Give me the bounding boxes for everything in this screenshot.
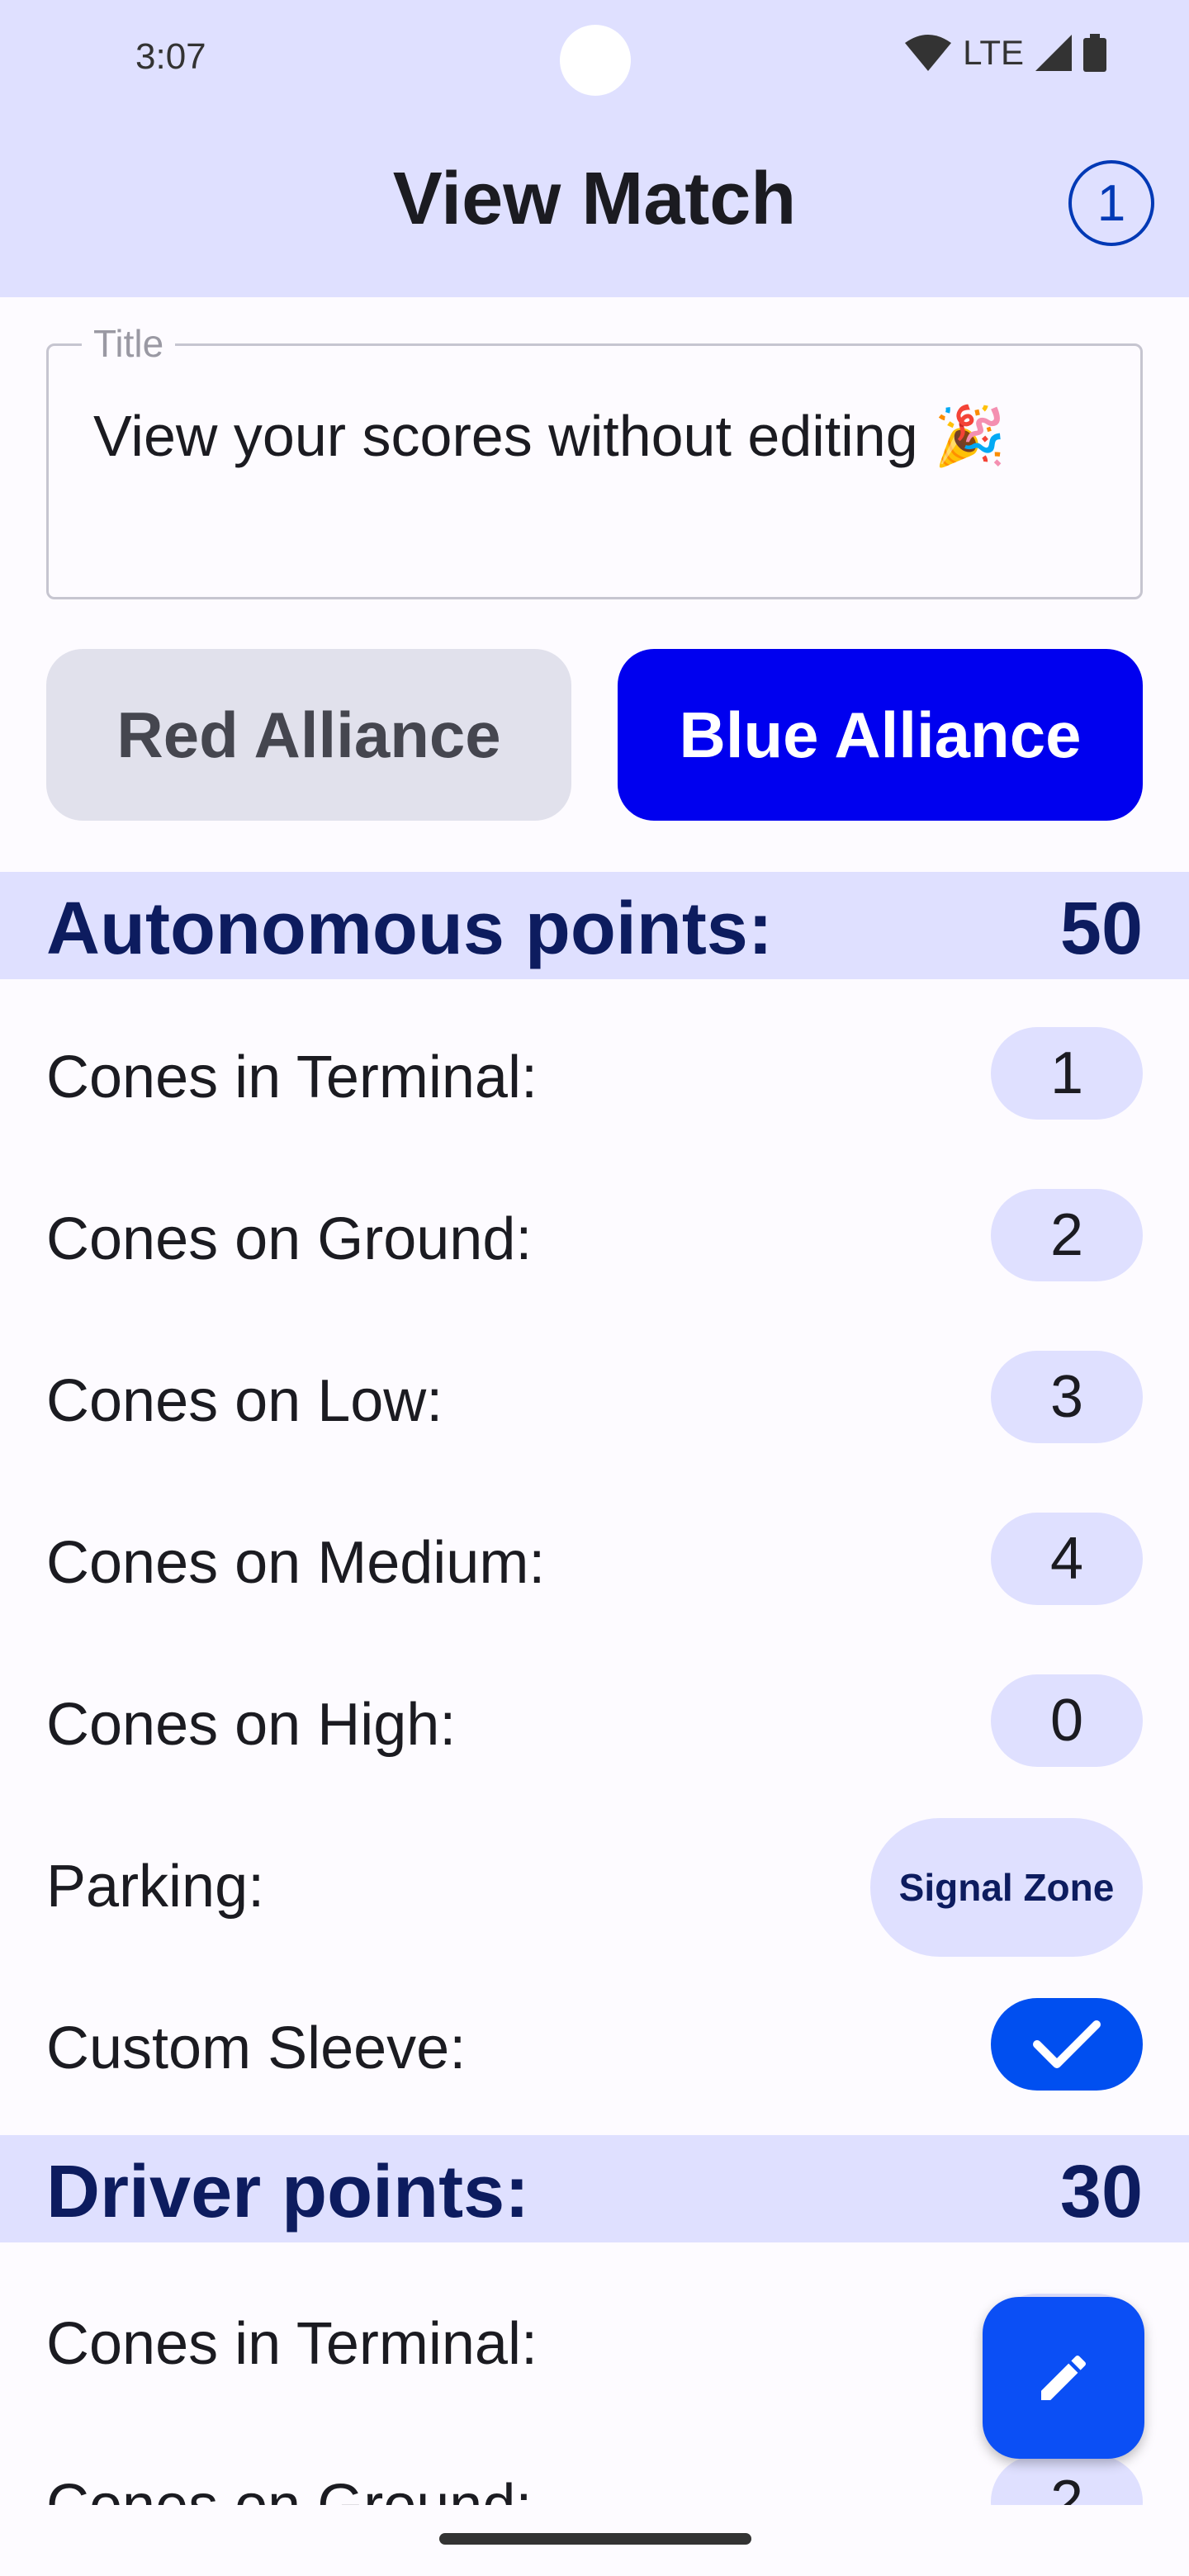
network-type: LTE [963,33,1024,72]
edit-match-fab[interactable] [983,2297,1144,2459]
autonomous-title: Autonomous points: [46,888,773,970]
driver-section-header: Driver points: 30 [0,2135,1189,2242]
edit-pencil-icon [1041,2355,1087,2400]
autonomous-total: 50 [1059,888,1143,970]
app-bar: View Match 1 [0,116,1189,297]
red-alliance-button[interactable]: Red Alliance [46,649,571,821]
autonomous-section-header: Autonomous points: 50 [0,872,1189,979]
row-label: Cones on Ground: [46,1206,533,1272]
cones-ground-value: 2 [991,1189,1143,1281]
title-field-value: View your scores without editing 🎉 [93,404,1007,468]
blue-alliance-button[interactable]: Blue Alliance [618,649,1143,821]
row-label: Custom Sleeve: [46,2015,467,2081]
row-label: Cones on Low: [46,1368,443,1434]
score-row: Cones in Terminal: 1 [0,992,1189,1154]
row-label: Cones in Terminal: [46,1044,538,1110]
row-label: Cones on Ground: [46,2472,532,2505]
score-row: Cones on Low: 3 [0,1316,1189,1478]
row-label: Cones on High: [46,1692,457,1758]
driver-cones-ground-value: 2 [991,2455,1143,2505]
score-row: Cones on Medium: 4 [0,1478,1189,1640]
battery-icon [1083,34,1106,72]
gesture-handle[interactable] [439,2533,751,2545]
camera-cutout [560,25,631,96]
status-time: 3:07 [135,36,206,77]
score-row: Cones on High: 0 [0,1640,1189,1802]
signal-icon [1035,35,1072,71]
cones-terminal-value: 1 [991,1027,1143,1120]
score-row: Cones on Ground: 2 [0,1154,1189,1316]
driver-title: Driver points: [46,2151,530,2233]
row-label: Parking: [46,1854,265,1920]
cones-low-value: 3 [991,1351,1143,1443]
cones-high-value: 0 [991,1674,1143,1767]
parking-value: Signal Zone [870,1818,1143,1957]
navigation-bar [0,2505,1189,2576]
score-row: Parking: Signal Zone [0,1802,1189,1963]
driver-total: 30 [1059,2151,1143,2233]
wifi-icon [905,35,952,71]
title-field[interactable]: Title View your scores without editing 🎉 [46,321,1143,599]
status-icons: LTE [905,33,1106,73]
check-icon [1033,2020,1101,2068]
match-number-badge[interactable]: 1 [1068,160,1154,246]
custom-sleeve-checkbox [991,1998,1143,2091]
title-field-label: Title [82,321,176,366]
cones-medium-value: 4 [991,1513,1143,1605]
row-label: Cones in Terminal: [46,2311,538,2377]
score-row: Custom Sleeve: [0,1963,1189,2125]
page-title: View Match [392,158,797,240]
row-label: Cones on Medium: [46,1530,546,1596]
status-bar: 3:07 LTE [0,0,1189,116]
